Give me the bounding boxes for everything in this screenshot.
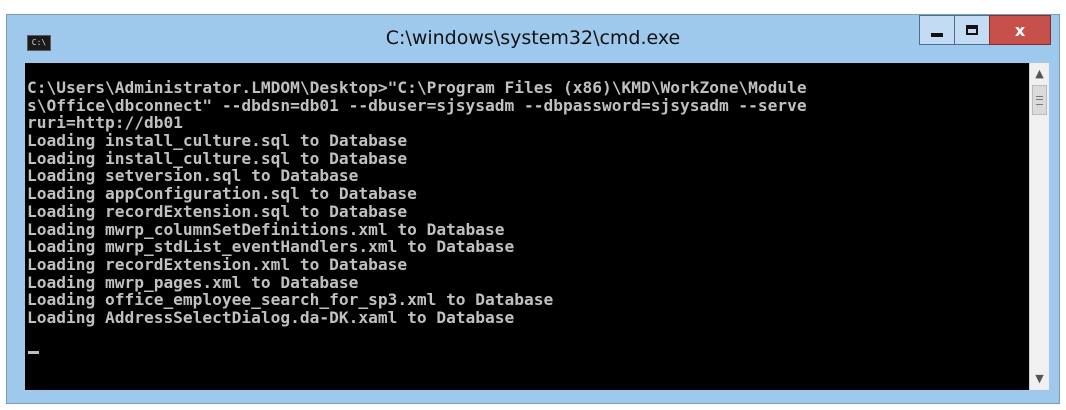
text-cursor bbox=[28, 351, 39, 354]
console-line: C:\Users\Administrator.LMDOM\Desktop>"C:… bbox=[27, 78, 807, 97]
close-icon: x bbox=[1014, 20, 1026, 40]
minimize-button[interactable] bbox=[919, 15, 955, 45]
console-line: Loading AddressSelectDialog.da-DK.xaml t… bbox=[27, 307, 515, 327]
console-line: s\Office\dbconnect" --dbdsn=db01 --dbuse… bbox=[27, 95, 807, 115]
console-line: Loading install_culture.sql to Database bbox=[27, 148, 408, 168]
console-line: Loading install_culture.sql to Database bbox=[27, 131, 408, 151]
cmd-window: C:\ C:\windows\system32\cmd.exe x C:\Use… bbox=[6, 14, 1060, 404]
scroll-down-button[interactable]: ▼ bbox=[1030, 370, 1049, 388]
console-line: Loading appConfiguration.sql to Database bbox=[27, 184, 417, 204]
console-line: Loading mwrp_columnSetDefinitions.xml to… bbox=[27, 219, 505, 239]
scrollbar-thumb[interactable] bbox=[1032, 85, 1047, 115]
console-lines: C:\Users\Administrator.LMDOM\Desktop>"C:… bbox=[27, 79, 807, 327]
chevron-up-icon: ▲ bbox=[1035, 67, 1044, 80]
minimize-icon bbox=[931, 33, 943, 37]
console-line: Loading recordExtension.sql to Database bbox=[27, 201, 408, 221]
console-line: Loading mwrp_pages.xml to Database bbox=[27, 272, 359, 292]
grip-icon bbox=[1036, 96, 1043, 105]
console-line: Loading recordExtension.xml to Database bbox=[27, 254, 408, 274]
maximize-icon bbox=[966, 25, 978, 35]
console-line: ruri=http://db01 bbox=[27, 113, 183, 133]
scroll-up-button[interactable]: ▲ bbox=[1030, 65, 1049, 83]
console-line: Loading setversion.sql to Database bbox=[27, 166, 359, 186]
chevron-down-icon: ▼ bbox=[1035, 372, 1044, 385]
window-title: C:\windows\system32\cmd.exe bbox=[385, 27, 681, 49]
vertical-scrollbar[interactable]: ▲ ▼ bbox=[1029, 63, 1049, 390]
console-line: Loading office_employee_search_for_sp3.x… bbox=[27, 290, 554, 310]
title-bar[interactable]: C:\ C:\windows\system32\cmd.exe x bbox=[7, 15, 1059, 63]
console-output[interactable]: C:\Users\Administrator.LMDOM\Desktop>"C:… bbox=[25, 63, 1029, 390]
console-line: Loading mwrp_stdList_eventHandlers.xml t… bbox=[27, 237, 515, 257]
maximize-button[interactable] bbox=[954, 15, 990, 45]
close-button[interactable]: x bbox=[989, 15, 1051, 45]
